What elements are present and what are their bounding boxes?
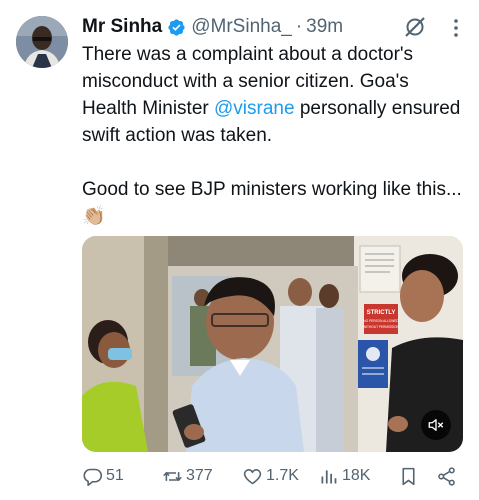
- sign-line: STRICTLY: [367, 310, 396, 316]
- reply-count: 51: [106, 467, 124, 484]
- repost-button[interactable]: 377: [162, 462, 213, 490]
- views-button[interactable]: 18K: [318, 462, 370, 490]
- like-button[interactable]: 1.7K: [242, 462, 299, 490]
- separator-dot: ·: [295, 16, 303, 37]
- post-actions: 51 377 1.7K 18K: [82, 462, 462, 490]
- mute-button[interactable]: [421, 410, 451, 440]
- verified-badge-icon: [167, 18, 186, 37]
- grok-icon[interactable]: [403, 15, 427, 39]
- video-frame: STRICTLY NO PERSON ALLOWED WITHOUT PERMI…: [82, 236, 463, 452]
- avatar-image: [16, 16, 68, 68]
- sign-line: WITHOUT PERMISSION: [363, 325, 399, 329]
- like-count: 1.7K: [266, 467, 299, 484]
- share-button[interactable]: [436, 462, 457, 490]
- share-icon: [438, 466, 455, 486]
- heart-icon: [243, 468, 262, 484]
- mention-link[interactable]: @visrane: [214, 98, 295, 119]
- author-handle[interactable]: @MrSinha_: [191, 16, 292, 38]
- author-avatar[interactable]: [16, 16, 68, 68]
- repost-count: 377: [186, 467, 213, 484]
- repost-icon: [163, 471, 182, 481]
- reply-button[interactable]: 51: [82, 462, 124, 490]
- post-timestamp[interactable]: 39m: [306, 16, 343, 38]
- sign-line: NO PERSON ALLOWED: [363, 319, 399, 323]
- reply-icon: [83, 468, 103, 486]
- analytics-icon: [321, 469, 337, 483]
- post-text: There was a complaint about a doctor's m…: [82, 41, 462, 230]
- bookmark-button[interactable]: [398, 462, 419, 490]
- video-player[interactable]: STRICTLY NO PERSON ALLOWED WITHOUT PERMI…: [82, 236, 463, 452]
- speaker-muted-icon: [428, 419, 444, 431]
- more-options-icon[interactable]: [453, 18, 459, 38]
- author-name[interactable]: Mr Sinha: [82, 16, 162, 38]
- bookmark-icon: [402, 467, 415, 485]
- view-count: 18K: [342, 467, 371, 484]
